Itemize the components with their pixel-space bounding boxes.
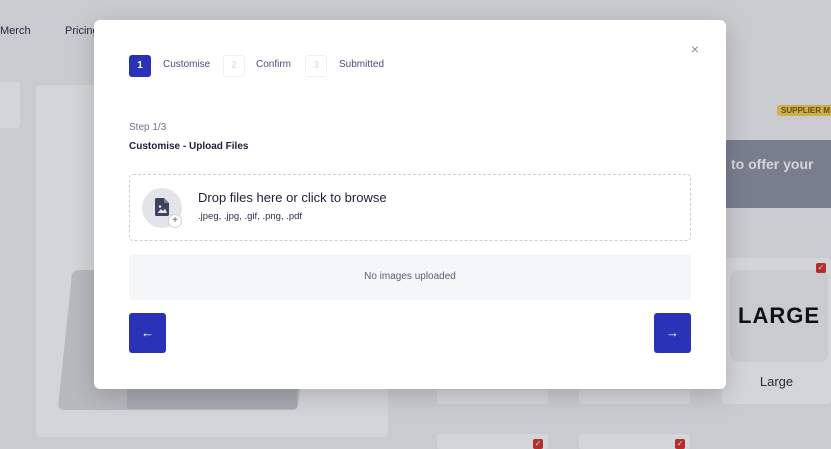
step-1-label: Customise <box>163 59 211 70</box>
step-3-label: Submitted <box>339 59 385 70</box>
step-3-number: 3 <box>305 55 327 77</box>
file-image-glyph <box>155 198 169 216</box>
close-icon[interactable]: × <box>688 42 702 56</box>
step-2-number: 2 <box>223 55 245 77</box>
back-button[interactable]: ← <box>129 313 166 353</box>
next-button[interactable]: → <box>654 313 691 353</box>
arrow-left-icon: ← <box>141 325 154 340</box>
no-images-message: No images uploaded <box>129 254 691 300</box>
step-1-number: 1 <box>129 55 151 77</box>
upload-modal: × 1 Customise 2 Confirm 3 Submitted Step… <box>94 20 726 389</box>
step-2-label: Confirm <box>256 59 292 70</box>
plus-icon: + <box>168 214 182 228</box>
dropzone-file-types: .jpeg, .jpg, .gif, .png, .pdf <box>198 211 303 222</box>
step-indicator: Step 1/3 <box>129 122 167 133</box>
dropzone-title: Drop files here or click to browse <box>198 190 387 205</box>
arrow-right-icon: → <box>666 325 679 340</box>
file-dropzone[interactable]: + Drop files here or click to browse .jp… <box>129 174 691 241</box>
step-title: Customise - Upload Files <box>129 141 249 152</box>
